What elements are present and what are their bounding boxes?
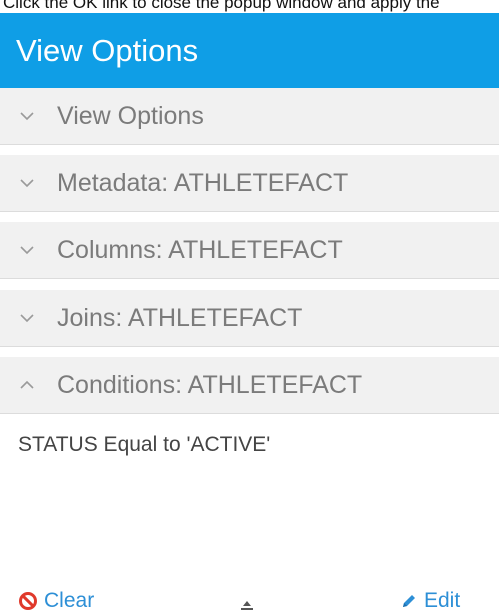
section-label: Conditions: ATHLETEFACT [57,370,363,399]
section-metadata[interactable]: Metadata: ATHLETEFACT [0,155,499,212]
section-label: Joins: ATHLETEFACT [57,303,303,332]
panel-header: View Options [0,13,499,88]
edit-label: Edit [424,589,461,612]
panel-title: View Options [16,32,199,68]
pencil-icon [403,595,415,607]
chevron-down-icon [20,314,34,323]
instruction-caption: Click the OK link to close the popup win… [3,0,440,12]
clear-label: Clear [44,589,95,612]
conditions-content: STATUS Equal to 'ACTIVE' Clear Edit [0,419,499,616]
section-label: View Options [57,101,204,130]
section-conditions[interactable]: Conditions: ATHLETEFACT [0,357,499,414]
condition-text: STATUS Equal to 'ACTIVE' [18,433,271,456]
section-label: Columns: ATHLETEFACT [57,235,343,264]
chevron-down-icon [20,179,34,188]
collapse-bar-icon[interactable] [240,600,254,612]
section-joins[interactable]: Joins: ATHLETEFACT [0,290,499,347]
chevron-up-icon [20,380,34,389]
section-columns[interactable]: Columns: ATHLETEFACT [0,222,499,279]
edit-button[interactable]: Edit [400,589,460,613]
section-label: Metadata: ATHLETEFACT [57,168,349,197]
chevron-down-icon [20,246,34,255]
clear-button[interactable]: Clear [18,589,94,613]
section-view-options[interactable]: View Options [0,88,499,145]
ban-icon [19,592,37,610]
chevron-down-icon [20,112,34,121]
